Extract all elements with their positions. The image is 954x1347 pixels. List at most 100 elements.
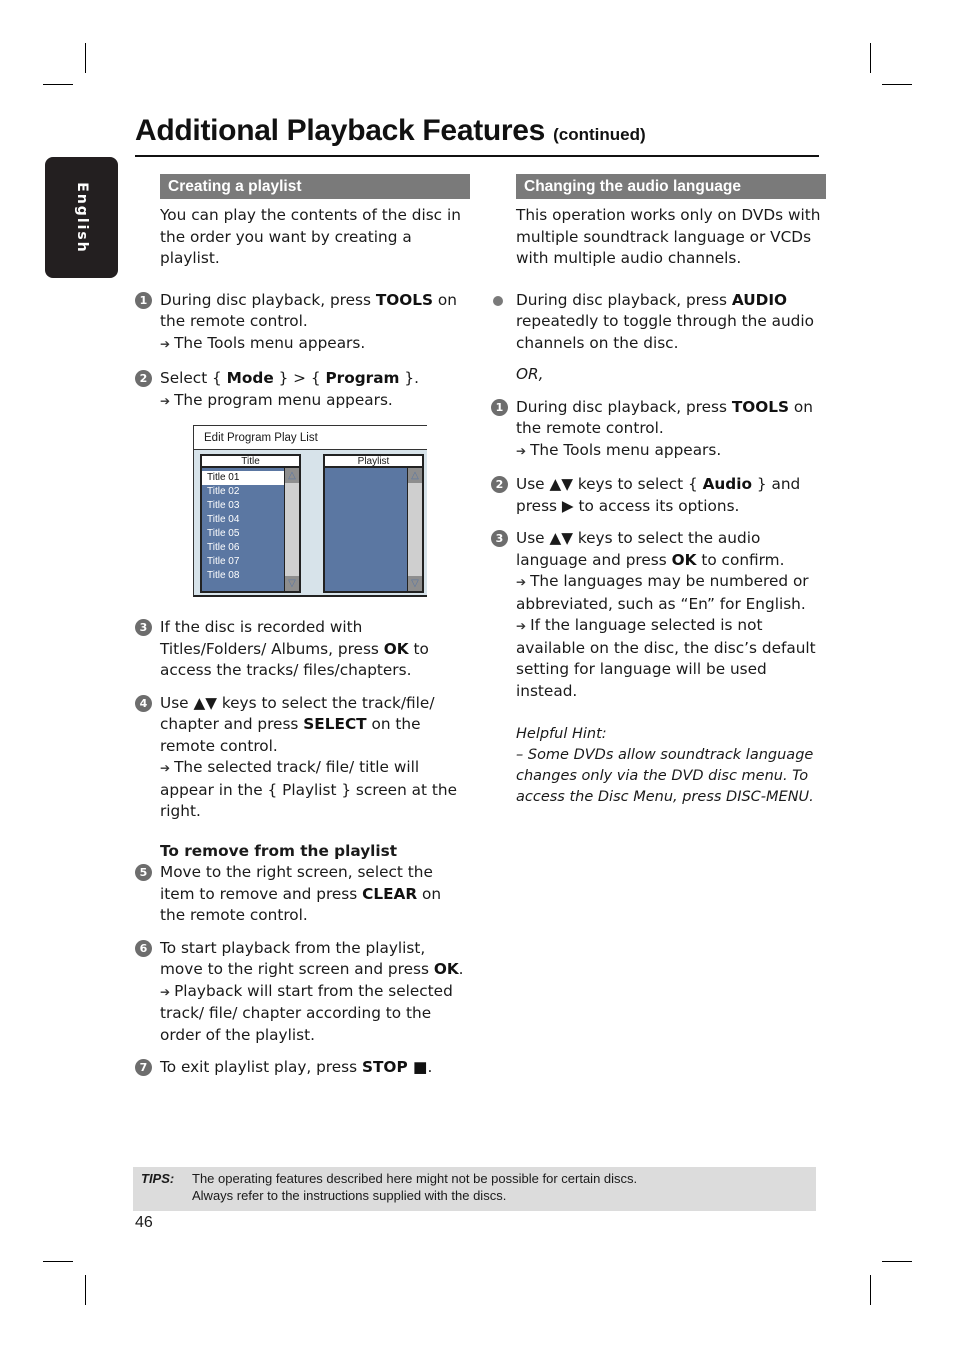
tips-line: The operating features described here mi…: [192, 1171, 638, 1186]
step-text: To start playback from the playlist, mov…: [160, 938, 434, 979]
step-text: Use ▲▼ keys to select {: [516, 475, 703, 493]
intro-text: You can play the contents of the disc in…: [160, 206, 461, 267]
title-list-item[interactable]: Title 02: [202, 485, 287, 499]
step-number: 6: [135, 939, 152, 957]
key-name: STOP ■: [361, 1058, 428, 1076]
crop-mark: [870, 43, 871, 73]
playlist-list: △ ▽: [323, 468, 424, 593]
result-arrow-icon: ➔: [160, 984, 171, 999]
crop-mark: [85, 43, 86, 73]
or-text: OR,: [516, 365, 544, 383]
bullet-icon: [493, 295, 503, 306]
crop-mark: [882, 84, 912, 85]
step-text: }.: [399, 369, 419, 387]
title-list: Title 01 Title 02 Title 03 Title 04 Titl…: [200, 468, 301, 593]
hint-text: – Some DVDs allow soundtrack language ch…: [516, 747, 814, 805]
widget-title: Edit Program Play List: [193, 425, 427, 449]
step-7: 7 To exit playlist play, press STOP ■.: [135, 1057, 470, 1079]
scroll-up-icon[interactable]: △: [285, 468, 299, 483]
step-text: During disc playback, press: [160, 290, 376, 309]
step-2: 2 Select { Mode } > { Program }. ➔ The pr…: [135, 368, 470, 412]
tips-line: Always refer to the instructions supplie…: [192, 1188, 507, 1203]
scroll-down-icon[interactable]: ▽: [285, 576, 299, 591]
language-tab-label: English: [73, 181, 90, 254]
step-number: 5: [135, 864, 152, 881]
hint-label: Helpful Hint:: [516, 726, 607, 742]
tips-box: TIPS: The operating features described h…: [133, 1167, 816, 1211]
title-rule: [135, 155, 819, 157]
key-name: CLEAR: [362, 884, 418, 903]
step-number: 2: [491, 476, 508, 493]
key-name: AUDIO: [731, 290, 788, 309]
edit-program-playlist-screen: Edit Program Play List Title Title 01 Ti…: [193, 425, 427, 597]
key-name: TOOLS: [731, 397, 790, 416]
tips-text: The operating features described here mi…: [192, 1170, 637, 1204]
title-list-item[interactable]: Title 05: [202, 527, 287, 541]
widget-body: Title Title 01 Title 02 Title 03 Title 0…: [193, 449, 427, 597]
remove-subheading: To remove from the playlist: [160, 841, 398, 860]
page-title: Additional Playback Features (continued): [135, 114, 646, 148]
scroll-down-icon[interactable]: ▽: [408, 576, 422, 591]
step-number: 1: [135, 291, 152, 309]
key-name: Mode: [226, 369, 274, 387]
step-number: 1: [491, 398, 508, 416]
step-text: .: [427, 1058, 433, 1076]
intro-text: This operation works only on DVDs with m…: [516, 206, 821, 267]
crop-mark: [882, 1261, 912, 1262]
title-scrollbar[interactable]: △ ▽: [284, 468, 299, 591]
result-arrow-icon: ➔: [160, 336, 171, 351]
step-text: During disc playback, press: [516, 290, 732, 309]
title-list-item[interactable]: Title 03: [202, 499, 287, 513]
key-name: OK: [433, 960, 459, 978]
result-arrow-icon: ➔: [160, 393, 171, 408]
step-1: 1 During disc playback, press TOOLS on t…: [135, 290, 470, 356]
step-3: 3 If the disc is recorded with Titles/Fo…: [135, 617, 470, 682]
step-number: 3: [491, 530, 508, 547]
playlist-panel: Playlist △ ▽: [323, 454, 424, 593]
audio-step-3: 3 Use ▲▼ keys to select the audio langua…: [491, 528, 826, 702]
page-number: 46: [135, 1214, 153, 1231]
key-name: Audio: [702, 475, 753, 493]
key-name: TOOLS: [375, 290, 434, 309]
section-heading-audio: Changing the audio language: [516, 174, 826, 199]
step-text: } > {: [273, 369, 326, 387]
bullet-step: During disc playback, press AUDIO repeat…: [491, 290, 826, 355]
crop-mark: [870, 1275, 871, 1305]
audio-step-2: 2 Use ▲▼ keys to select { Audio } and pr…: [491, 474, 826, 517]
step-text: to confirm.: [696, 550, 785, 569]
page-title-text: Additional Playback Features: [135, 114, 546, 147]
scroll-up-icon[interactable]: △: [408, 468, 422, 483]
result-arrow-icon: ➔: [516, 443, 527, 458]
step-text: To exit playlist play, press: [160, 1058, 362, 1076]
key-name: Program: [325, 369, 400, 387]
step-number: 7: [135, 1059, 152, 1076]
key-name: SELECT: [303, 715, 367, 733]
result-arrow-icon: ➔: [516, 575, 527, 589]
step-number: 3: [135, 619, 152, 636]
step-text: .: [458, 960, 464, 978]
step-result: The Tools menu appears.: [530, 440, 722, 459]
step-result: The languages may be numbered or abbrevi…: [516, 572, 809, 613]
step-text: If the disc is recorded with Titles/Fold…: [160, 618, 384, 658]
result-arrow-icon: ➔: [516, 619, 527, 633]
title-list-item[interactable]: Title 06: [202, 541, 287, 555]
title-list-item[interactable]: Title 01: [202, 471, 287, 485]
audio-step-1: 1 During disc playback, press TOOLS on t…: [491, 397, 826, 463]
step-result: The Tools menu appears.: [174, 333, 366, 352]
step-result: If the language selected is not availabl…: [516, 616, 816, 700]
title-list-item[interactable]: Title 07: [202, 555, 287, 569]
step-result: The program menu appears.: [174, 390, 393, 409]
step-5: 5 Move to the right screen, select the i…: [135, 862, 470, 927]
section-heading-playlist: Creating a playlist: [160, 174, 470, 199]
helpful-hint: Helpful Hint: – Some DVDs allow soundtra…: [516, 724, 826, 808]
key-name: OK: [383, 639, 409, 658]
title-list-item[interactable]: Title 04: [202, 513, 287, 527]
step-text: repeatedly to toggle through the audio c…: [516, 312, 814, 352]
step-4: 4 Use ▲▼ keys to select the track/file/ …: [135, 693, 470, 823]
left-column: Creating a playlist You can play the con…: [135, 174, 470, 1079]
playlist-scrollbar[interactable]: △ ▽: [407, 468, 422, 591]
title-list-item[interactable]: Title 08: [202, 569, 287, 583]
step-result: The selected track/ file/ title will app…: [160, 758, 457, 820]
crop-mark: [43, 84, 73, 85]
key-name: OK: [671, 550, 697, 569]
